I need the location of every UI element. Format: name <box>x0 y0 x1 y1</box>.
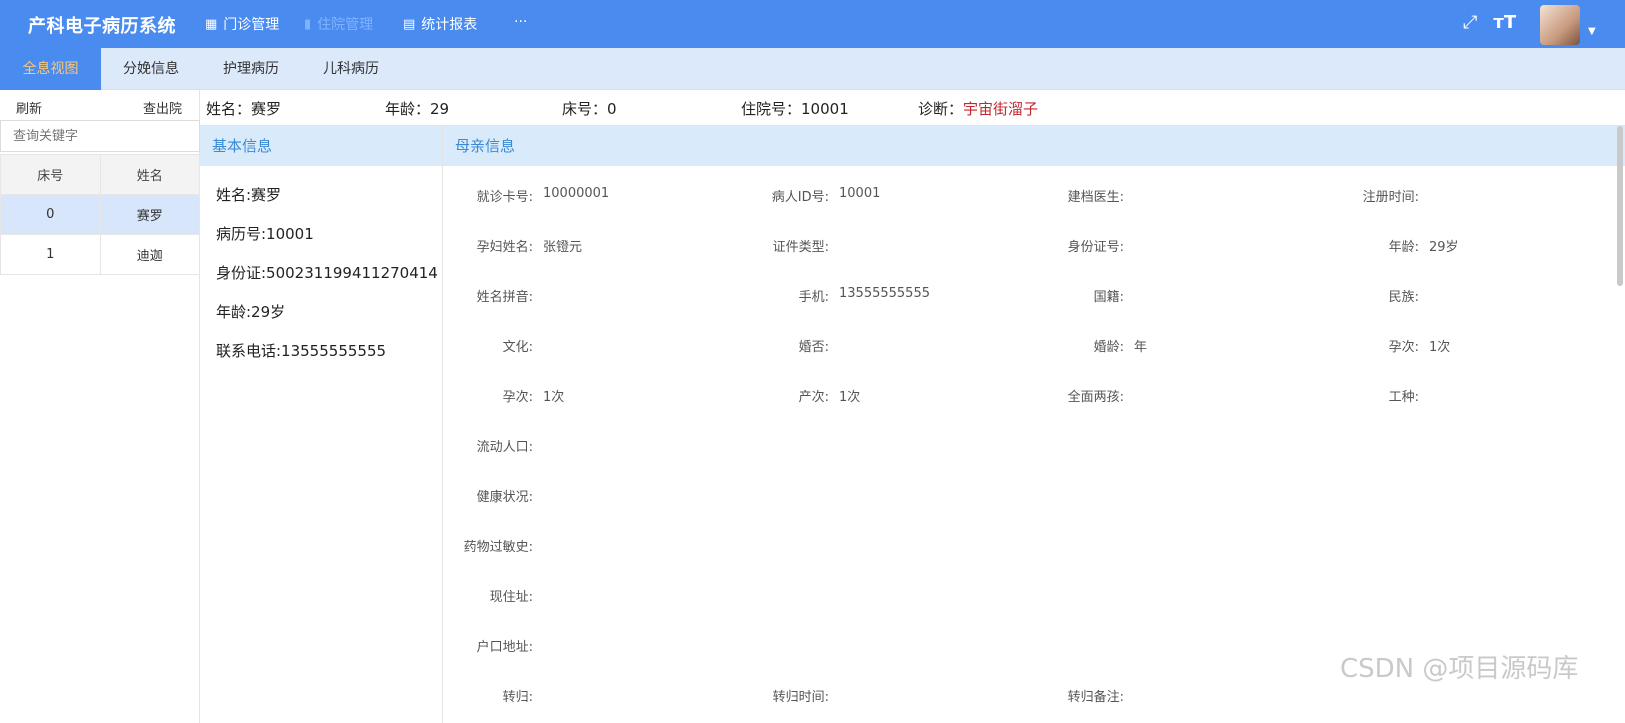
field-label: 姓名拼音: <box>476 290 533 305</box>
discharge-button[interactable]: 查出院 <box>143 98 182 117</box>
basic-row: 姓名:赛罗 <box>216 186 282 204</box>
tab-pediatric[interactable]: 儿科病历 <box>301 48 401 90</box>
mother-info-panel: 母亲信息 就诊卡号: 10000001 病人ID号: 10001 建档医生: 注册时间: 孕… <box>443 126 1625 723</box>
field-label: 文化: <box>502 340 533 355</box>
tab-overview[interactable]: 全息视图 <box>0 48 101 90</box>
field-value: 1次 <box>839 390 861 405</box>
table-icon: ▤ <box>403 16 416 32</box>
field-label: 病人ID号: <box>771 190 829 205</box>
field-value: 张镫元 <box>543 240 583 255</box>
field-label: 年龄: <box>1388 240 1419 255</box>
bed-cell: 0 <box>0 194 101 235</box>
name-cell: 迪迦 <box>99 234 200 275</box>
basic-row: 年龄:29岁 <box>216 303 286 321</box>
basic-info-title: 基本信息 <box>200 126 442 166</box>
field-label: 民族: <box>1388 290 1419 305</box>
patient-age: 年龄：29 <box>385 100 450 118</box>
basic-row: 病历号:10001 <box>216 225 314 243</box>
field-label: 证件类型: <box>772 240 829 255</box>
field-label: 流动人口: <box>476 440 533 455</box>
field-value: 1次 <box>1429 340 1451 355</box>
top-bar: 产科电子病历系统 ▦ 门诊管理 ▮ 住院管理 ▤ 统计报表 ··· ⤢ ᴛT ▼ <box>0 0 1625 48</box>
patient-bed: 床号：0 <box>562 100 617 118</box>
fullscreen-icon[interactable]: ⤢ <box>1463 12 1477 33</box>
watermark: CSDN @项目源码库 <box>1340 654 1579 684</box>
basic-row: 身份证:500231199411270414 <box>216 264 438 282</box>
patient-table: 床号 姓名 0 赛罗 1 迪迦 <box>0 154 200 275</box>
field-label: 孕次: <box>1388 340 1419 355</box>
patient-summary-bar: 姓名：赛罗 年龄：29 床号：0 住院号：10001 诊断：宇宙街溜子 <box>200 90 1625 126</box>
basic-row: 联系电话:13555555555 <box>216 342 387 360</box>
field-label: 药物过敏史: <box>463 540 533 555</box>
field-label: 孕妇姓名: <box>476 240 533 255</box>
table-row[interactable]: 1 迪迦 <box>0 234 200 275</box>
header-actions: ⤢ ᴛT <box>1463 12 1516 33</box>
patient-list-panel: 刷新 查出院 床号 姓名 0 赛罗 1 迪迦 <box>0 90 200 723</box>
bar-chart-icon: ▮ <box>304 16 312 32</box>
bed-cell: 1 <box>0 234 101 275</box>
font-size-icon[interactable]: ᴛT <box>1493 12 1516 33</box>
field-label: 婚否: <box>798 340 829 355</box>
nav-inpatient[interactable]: ▮ 住院管理 <box>304 14 373 34</box>
field-label: 国籍: <box>1093 290 1124 305</box>
search-input[interactable] <box>0 120 200 152</box>
avatar[interactable] <box>1540 5 1580 45</box>
field-value: 10001 <box>839 186 881 201</box>
field-value: 年 <box>1134 340 1148 355</box>
field-label: 孕次: <box>502 390 533 405</box>
patient-admission-no: 住院号：10001 <box>741 100 849 118</box>
field-label: 转归时间: <box>772 690 829 705</box>
name-cell: 赛罗 <box>99 194 200 235</box>
patient-diagnosis: 诊断：宇宙街溜子 <box>918 100 1039 118</box>
refresh-button[interactable]: 刷新 <box>16 98 42 117</box>
column-header-name: 姓名 <box>99 154 200 195</box>
field-label: 转归: <box>502 690 533 705</box>
chevron-down-icon[interactable]: ▼ <box>1588 26 1596 37</box>
patient-name: 姓名：赛罗 <box>206 100 282 118</box>
tab-nursing[interactable]: 护理病历 <box>201 48 301 90</box>
table-row[interactable]: 0 赛罗 <box>0 194 200 235</box>
field-value: 13555555555 <box>839 286 930 301</box>
field-value: 10000001 <box>543 186 610 201</box>
app-title: 产科电子病历系统 <box>28 16 176 37</box>
field-label: 手机: <box>798 290 829 305</box>
field-label: 工种: <box>1388 390 1419 405</box>
tab-bar: 全息视图 分娩信息 护理病历 儿科病历 <box>0 48 1625 90</box>
nav-outpatient[interactable]: ▦ 门诊管理 <box>205 14 279 34</box>
nav-inpatient-label: 住院管理 <box>317 17 374 33</box>
grid-icon: ▦ <box>205 16 218 32</box>
more-icon: ··· <box>514 14 528 30</box>
field-value: 29岁 <box>1429 240 1459 255</box>
field-label: 就诊卡号: <box>476 190 533 205</box>
nav-reports-label: 统计报表 <box>421 17 478 33</box>
nav-more[interactable]: ··· <box>514 14 527 30</box>
mother-info-title: 母亲信息 <box>443 126 1625 166</box>
field-label: 户口地址: <box>476 640 533 655</box>
field-label: 建档医生: <box>1067 190 1124 205</box>
field-label: 健康状况: <box>476 490 533 505</box>
scrollbar[interactable] <box>1617 126 1623 286</box>
field-label: 产次: <box>798 390 829 405</box>
basic-info-panel: 基本信息 姓名:赛罗 病历号:10001 身份证:500231199411270… <box>200 126 443 723</box>
field-label: 注册时间: <box>1362 190 1419 205</box>
nav-reports[interactable]: ▤ 统计报表 <box>403 14 477 34</box>
field-label: 现住址: <box>489 590 533 605</box>
field-label: 婚龄: <box>1093 340 1124 355</box>
field-label: 转归备注: <box>1067 690 1124 705</box>
field-label: 全面两孩: <box>1067 390 1124 405</box>
nav-outpatient-label: 门诊管理 <box>223 17 280 33</box>
tab-delivery[interactable]: 分娩信息 <box>101 48 201 90</box>
column-header-bed: 床号 <box>0 154 101 195</box>
field-label: 身份证号: <box>1067 240 1124 255</box>
field-value: 1次 <box>543 390 565 405</box>
